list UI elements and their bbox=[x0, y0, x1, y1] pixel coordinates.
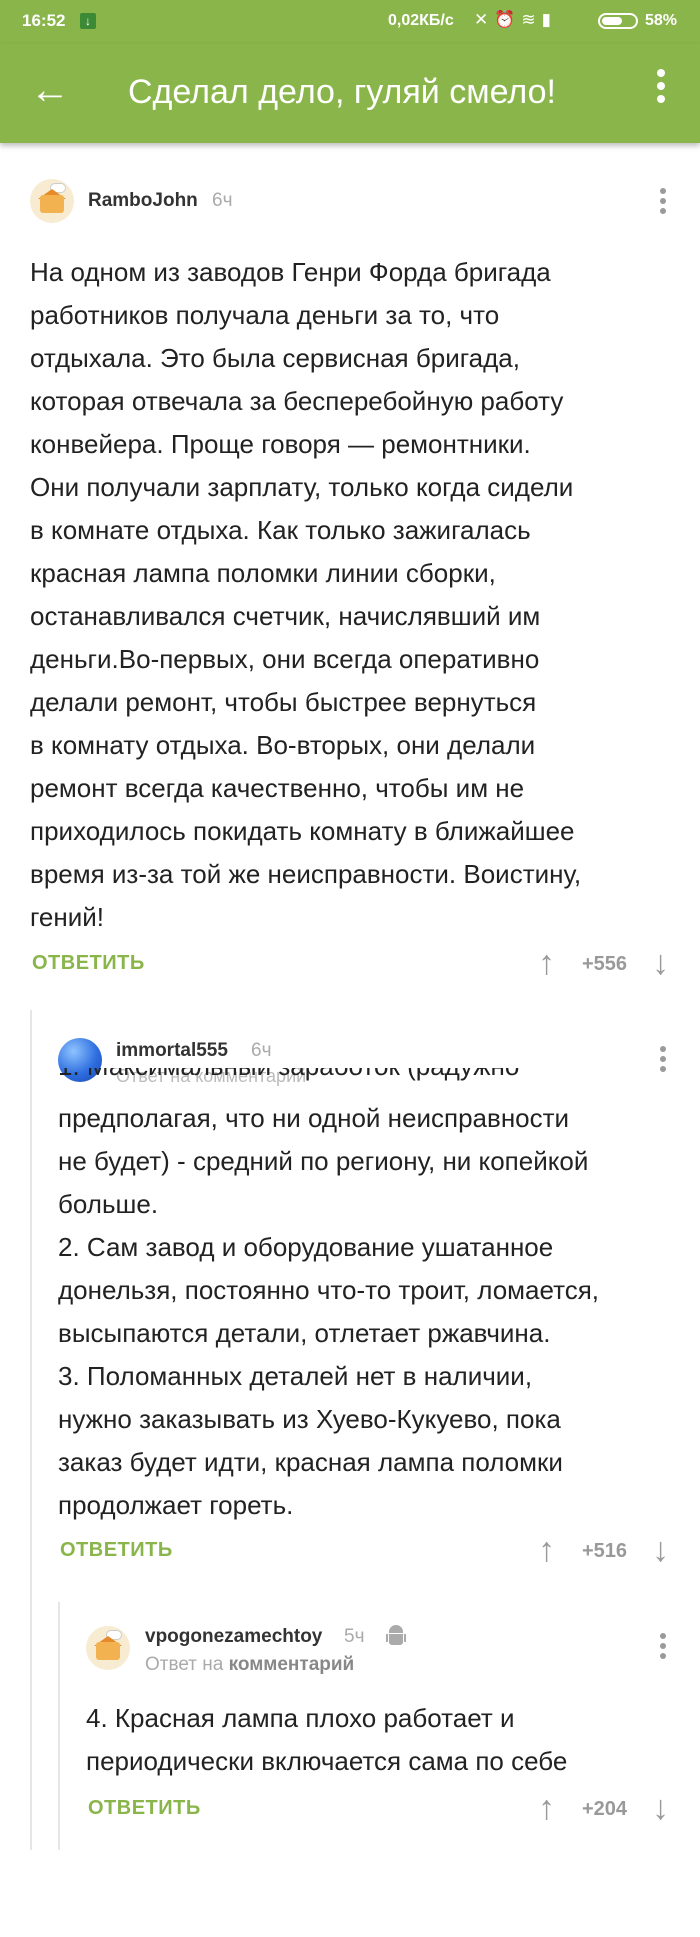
comment-username[interactable]: vpogonezamechtoy bbox=[145, 1626, 322, 1648]
download-icon: ↓ bbox=[80, 13, 96, 29]
reply-button[interactable]: ОТВЕТИТЬ bbox=[88, 1797, 201, 1820]
comment-text: На одном из заводов Генри Форда бригада … bbox=[30, 257, 582, 932]
status-bar: 16:52 ↓ 0,02КБ/с ✕⏰≋▮ 58% bbox=[0, 0, 700, 44]
downvote-arrow-icon[interactable]: ↓ bbox=[652, 1533, 669, 1567]
battery-percent: 58% bbox=[645, 12, 678, 29]
back-arrow-icon[interactable]: ← bbox=[30, 70, 70, 110]
comment-score: +516 bbox=[582, 1540, 628, 1562]
page-title: Сделал дело, гуляй смело! bbox=[128, 73, 556, 111]
battery-icon bbox=[598, 13, 638, 29]
comment-menu-icon[interactable] bbox=[658, 188, 668, 218]
comment-time: 5ч bbox=[344, 1626, 365, 1647]
comment-text: 4. Красная лампа плохо работает и период… bbox=[86, 1703, 568, 1776]
alarm-icon: ⏰ bbox=[494, 10, 522, 29]
overflow-menu-icon[interactable] bbox=[651, 64, 671, 118]
avatar[interactable] bbox=[86, 1626, 130, 1670]
upvote-arrow-icon[interactable]: ↑ bbox=[538, 1533, 555, 1567]
comment-time: 6ч bbox=[212, 190, 233, 211]
mute-icon: ✕ bbox=[474, 10, 495, 29]
downvote-arrow-icon[interactable]: ↓ bbox=[652, 946, 669, 980]
upvote-arrow-icon[interactable]: ↑ bbox=[538, 946, 555, 980]
thread-line bbox=[58, 1602, 60, 1850]
reply-target-link[interactable]: комментарий bbox=[229, 1654, 355, 1675]
avatar[interactable] bbox=[30, 179, 74, 223]
wifi-icon: ≋ bbox=[521, 10, 542, 29]
reply-button[interactable]: ОТВЕТИТЬ bbox=[32, 952, 145, 975]
comment-text: предполагая, что ни одной неисправности … bbox=[58, 1103, 600, 1520]
network-speed: 0,02КБ/с bbox=[388, 12, 454, 29]
android-icon bbox=[386, 1625, 406, 1647]
upvote-arrow-icon[interactable]: ↑ bbox=[538, 1791, 555, 1825]
comment-username[interactable]: immortal555 bbox=[116, 1040, 228, 1062]
signal-icon: ▮ bbox=[541, 10, 558, 29]
reply-button[interactable]: ОТВЕТИТЬ bbox=[60, 1539, 173, 1562]
comment-menu-icon[interactable] bbox=[658, 1633, 668, 1663]
reply-to-label: Ответ на комментарий bbox=[145, 1654, 355, 1675]
status-time: 16:52 bbox=[22, 11, 66, 30]
comment-score: +204 bbox=[582, 1798, 628, 1820]
app-bar: ← Сделал дело, гуляй смело! bbox=[0, 44, 700, 143]
thread-line bbox=[30, 1010, 32, 1850]
comment-score: +556 bbox=[582, 953, 628, 975]
comment-text-partial-line: 1. Максимальный заработок (радужно bbox=[58, 1068, 618, 1088]
comment-username[interactable]: RamboJohn bbox=[88, 190, 198, 212]
downvote-arrow-icon[interactable]: ↓ bbox=[652, 1791, 669, 1825]
comment-menu-icon[interactable] bbox=[658, 1046, 668, 1076]
status-icons: ✕⏰≋▮ bbox=[474, 10, 557, 30]
comment-time: 6ч bbox=[251, 1040, 272, 1061]
